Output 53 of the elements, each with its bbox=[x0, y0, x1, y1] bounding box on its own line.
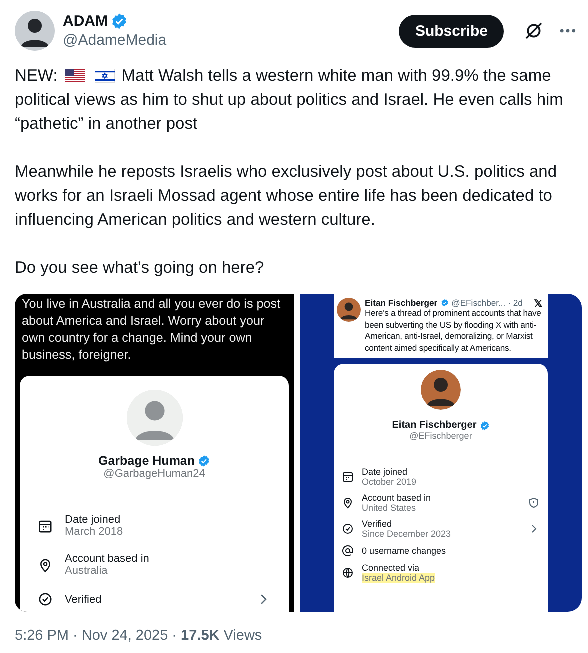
verified-outline-icon bbox=[342, 523, 354, 535]
israel-flag-icon bbox=[94, 69, 115, 83]
calendar-icon bbox=[38, 518, 53, 534]
detail-label: Verified bbox=[65, 594, 102, 606]
tweet-text: Here’s a thread of prominent accounts that have been subverting the US by flooding X with anti-American, anti-Israel, demoralizing, or Marxist content aimed specifically at Americans. bbox=[365, 308, 542, 354]
detail-value: March 2018 bbox=[65, 526, 124, 538]
profile-name: Eitan Fischberger bbox=[392, 420, 477, 431]
detail-label: Account based in bbox=[65, 553, 150, 565]
verified-outline-icon bbox=[38, 592, 53, 607]
post-lead: NEW: bbox=[15, 66, 58, 87]
reply-text: You live in Australia and all you ever do is post about America and Israel. Worry about your own country for a change. Mind your own business, foreigner. bbox=[21, 296, 282, 364]
us-flag-icon bbox=[64, 69, 85, 83]
verified-badge-icon bbox=[440, 299, 449, 307]
shield-info-icon bbox=[528, 497, 540, 509]
profile-name: Garbage Human bbox=[98, 454, 196, 468]
detail-label: Connected via bbox=[362, 563, 420, 573]
verified-badge-icon bbox=[480, 420, 490, 430]
profile-handle: @EFischberger bbox=[410, 431, 472, 441]
tweet-meta: @EFischber... · 2d bbox=[452, 298, 524, 308]
post-text: Matt Walsh tells a western white man with 99.9% the same bbox=[122, 66, 552, 87]
verified-badge-icon bbox=[111, 13, 128, 30]
detail-label: Date joined bbox=[65, 514, 121, 526]
detail-value: Since December 2023 bbox=[362, 529, 452, 539]
subscribe-button[interactable]: Subscribe bbox=[399, 14, 504, 48]
location-pin-icon bbox=[38, 558, 53, 572]
more-icon bbox=[560, 29, 576, 33]
avatar-icon bbox=[421, 370, 461, 410]
verified-badge-icon bbox=[198, 454, 211, 468]
avatar-icon bbox=[15, 11, 55, 51]
detail-value: Australia bbox=[65, 565, 108, 577]
detail-value: Israel Android App bbox=[362, 573, 436, 583]
slashed-circle-icon bbox=[524, 21, 544, 41]
x-logo-icon bbox=[534, 298, 543, 308]
avatar-icon bbox=[337, 298, 361, 322]
avatar-icon bbox=[126, 390, 182, 446]
calendar-icon bbox=[342, 471, 354, 483]
at-sign-icon bbox=[342, 545, 354, 557]
post-text: Do you see what’s going on here? bbox=[15, 258, 266, 279]
author-name[interactable]: ADAM bbox=[63, 13, 108, 30]
post-text: Meanwhile he reposts Israelis who exclusively post about U.S. politics and works for an Israeli Mossad agent whose entire life has been dedicated to influencing American politics and western culture. bbox=[15, 162, 558, 231]
detail-value: United States bbox=[362, 503, 416, 513]
detail-label: 0 username changes bbox=[362, 546, 446, 556]
post-text: political views as him to shut up about politics and Israel. He even calls him “pathetic” in another post bbox=[15, 90, 564, 135]
detail-label: Account based in bbox=[362, 493, 432, 503]
globe-icon bbox=[342, 567, 354, 579]
detail-label: Date joined bbox=[362, 467, 408, 477]
detail-label: Verified bbox=[362, 519, 392, 529]
post-timestamp: 5:26 PM · Nov 24, 2025 · 17.5K Views bbox=[15, 628, 264, 644]
profile-handle: @GarbageHuman24 bbox=[104, 468, 206, 480]
location-pin-icon bbox=[342, 497, 354, 509]
author-handle[interactable]: @AdameMedia bbox=[63, 32, 392, 49]
detail-value: October 2019 bbox=[362, 477, 417, 487]
tweet-author: Eitan Fischberger bbox=[365, 298, 438, 308]
